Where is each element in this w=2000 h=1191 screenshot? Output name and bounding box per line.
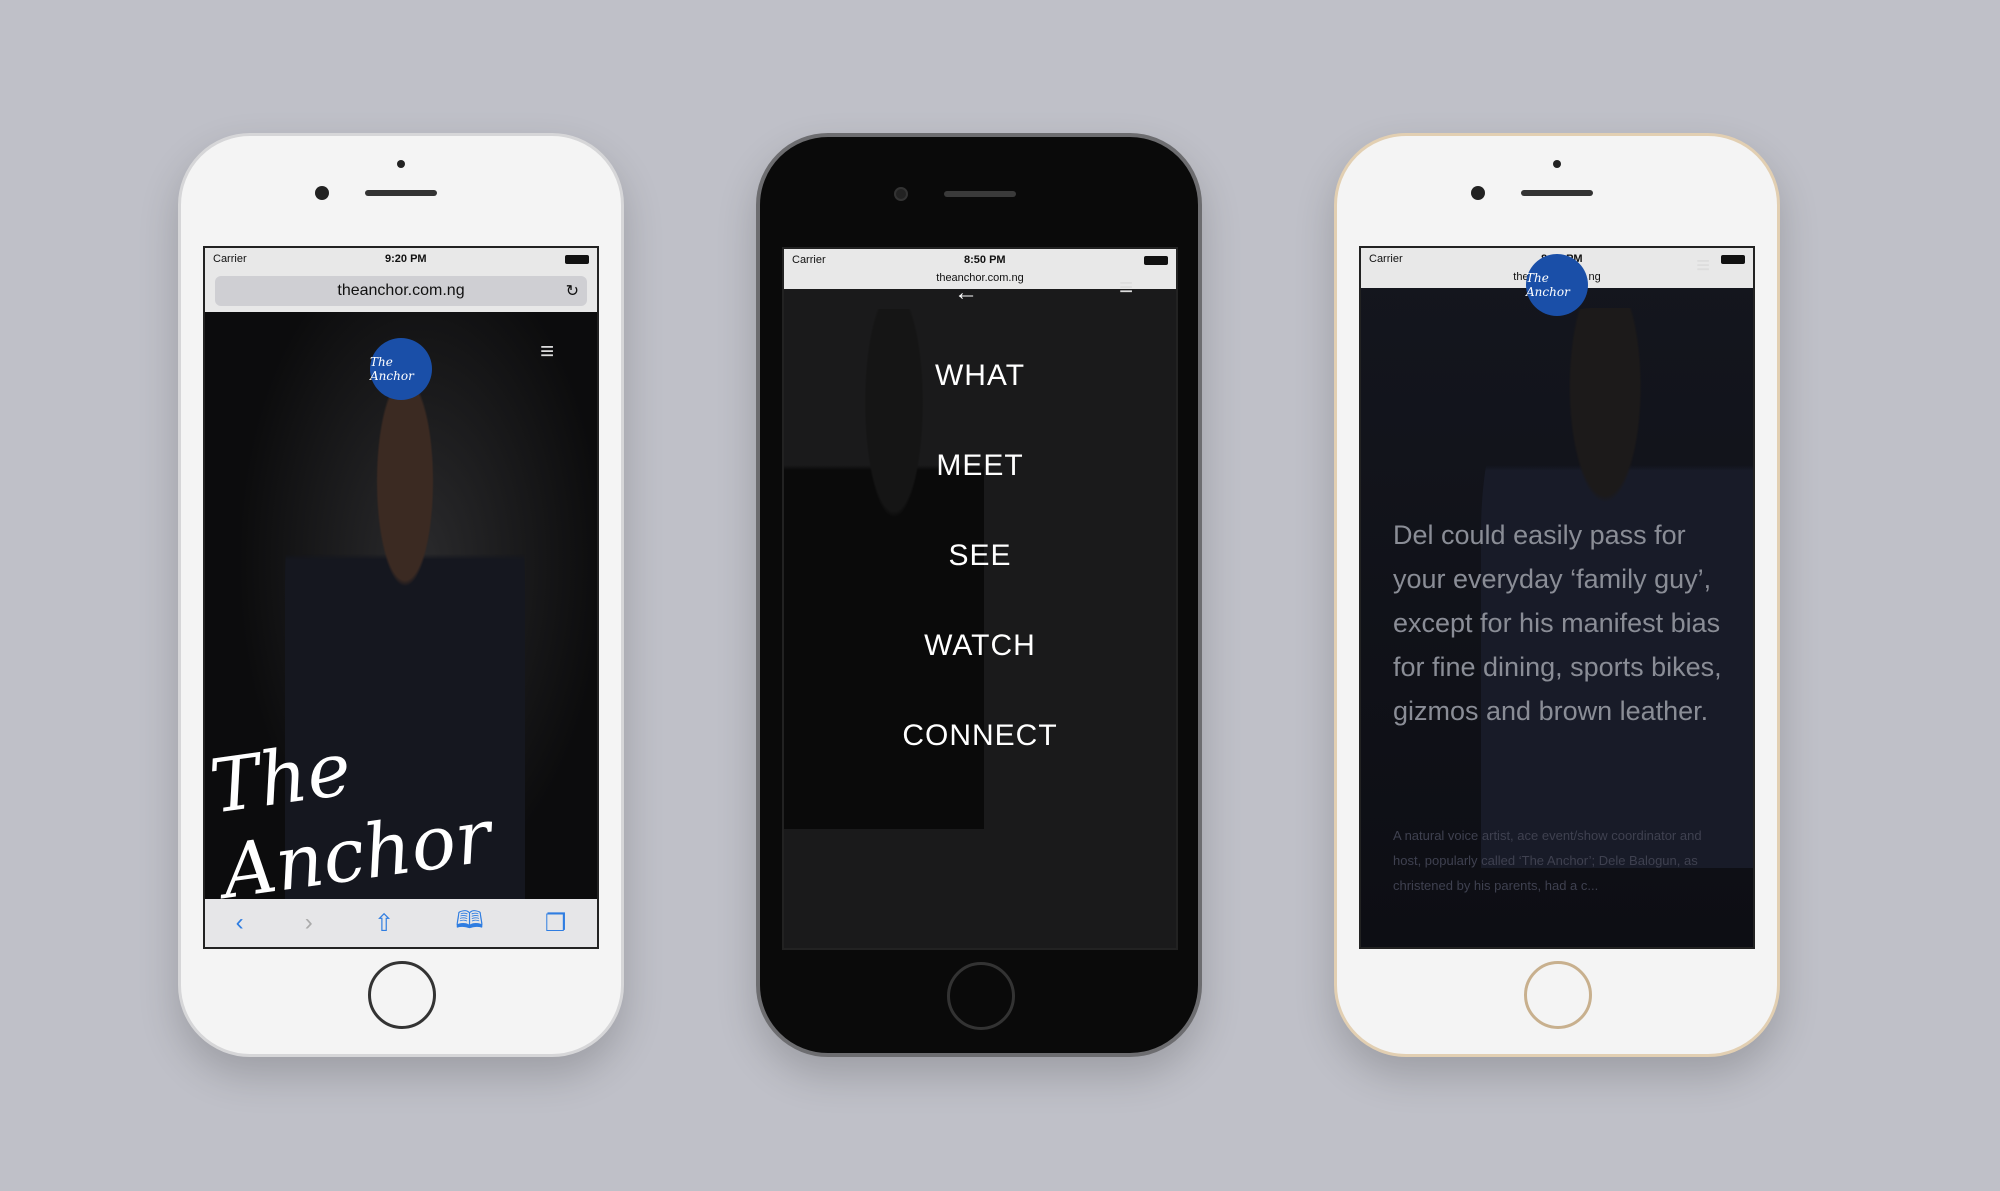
menu-item-connect[interactable]: CONNECT xyxy=(784,719,1176,753)
battery-icon xyxy=(1143,255,1168,265)
speaker xyxy=(944,191,1016,197)
reload-icon[interactable]: ↻ xyxy=(566,281,579,301)
anchor-logo[interactable]: The Anchor xyxy=(1526,254,1588,316)
carrier: Carrier xyxy=(792,254,826,266)
front-camera xyxy=(1471,186,1485,200)
carrier: Carrier xyxy=(1369,253,1403,265)
address-bar: theanchor.com.ng ↻ xyxy=(205,270,597,312)
share-icon[interactable]: ⇧ xyxy=(374,909,394,938)
back-icon[interactable]: ‹ xyxy=(236,909,244,937)
menu-item-what[interactable]: WHAT xyxy=(784,359,1176,393)
front-camera xyxy=(894,187,908,201)
clock: 8:50 PM xyxy=(964,254,1006,266)
battery-icon xyxy=(564,254,589,264)
hamburger-menu-icon[interactable]: ≡ xyxy=(540,338,554,366)
sensor xyxy=(1553,160,1561,168)
status-bar: Carrier 8:50 PM xyxy=(784,249,1176,271)
battery-icon xyxy=(1720,254,1745,264)
tabs-icon[interactable]: ❐ xyxy=(545,909,567,938)
url-text: theanchor.com.ng xyxy=(337,282,465,299)
menu-item-meet[interactable]: MEET xyxy=(784,449,1176,483)
hamburger-menu-icon[interactable]: ≡ xyxy=(1119,274,1133,302)
speaker xyxy=(1521,190,1593,196)
sensor xyxy=(397,160,405,168)
phone-space-gray: Carrier 8:50 PM theanchor.com.ng ← ≡ WHA… xyxy=(756,133,1202,1057)
front-camera xyxy=(315,186,329,200)
clock: 9:20 PM xyxy=(385,253,427,265)
screen: Carrier 8:51 PM theanchor.com.ng The Anc… xyxy=(1359,246,1755,949)
bio-detail-text: A natural voice artist, ace event/show c… xyxy=(1393,828,1702,893)
bio-text: Del could easily pass for your everyday … xyxy=(1393,520,1722,726)
anchor-logo[interactable]: The Anchor xyxy=(370,338,432,400)
phone-gold: Carrier 8:51 PM theanchor.com.ng The Anc… xyxy=(1334,133,1780,1057)
back-arrow-icon[interactable]: ← xyxy=(954,279,978,307)
home-button xyxy=(368,961,436,1029)
safari-toolbar: ‹ › ⇧ 🕮 ❐ xyxy=(205,899,597,947)
screen: Carrier 8:50 PM theanchor.com.ng ← ≡ WHA… xyxy=(782,247,1178,950)
url-field[interactable]: theanchor.com.ng ↻ xyxy=(215,276,587,306)
forward-icon[interactable]: › xyxy=(305,909,313,937)
menu-item-see[interactable]: SEE xyxy=(784,539,1176,573)
status-bar: Carrier 9:20 PM xyxy=(205,248,597,270)
address-bar[interactable]: theanchor.com.ng xyxy=(784,271,1176,289)
screen: Carrier 9:20 PM theanchor.com.ng ↻ The An… xyxy=(203,246,599,949)
bookmarks-icon[interactable]: 🕮 xyxy=(455,903,483,944)
hero-script-title: The Anchor xyxy=(204,725,497,916)
carrier: Carrier xyxy=(213,253,247,265)
home-button xyxy=(947,962,1015,1030)
phone-silver: Carrier 9:20 PM theanchor.com.ng ↻ The An… xyxy=(178,133,624,1057)
home-button xyxy=(1524,961,1592,1029)
speaker xyxy=(365,190,437,196)
menu-item-watch[interactable]: WATCH xyxy=(784,629,1176,663)
hamburger-menu-icon[interactable]: ≡ xyxy=(1696,252,1710,280)
